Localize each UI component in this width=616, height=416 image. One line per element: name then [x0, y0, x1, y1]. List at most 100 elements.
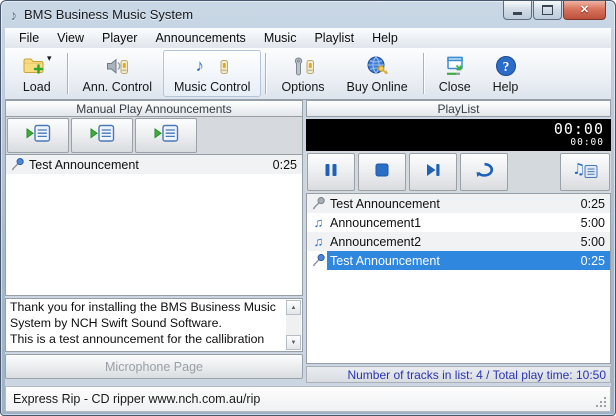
toolbar-close-button[interactable]: Close: [428, 50, 482, 97]
title-bar[interactable]: ♪ BMS Business Music System ✕: [1, 1, 615, 28]
speaker-fader-icon: [105, 54, 129, 79]
playlist-panel: PlayList 00:00 00:00 ♫ Test Announcement…: [306, 100, 611, 386]
track-duration: 0:25: [272, 157, 297, 172]
toolbar: ▾ Load Ann. Control ♪ Music Control Options Bu…: [5, 48, 611, 100]
playlist-row[interactable]: Test Announcement 0:25: [307, 251, 610, 270]
scroll-up-icon[interactable]: ▲: [286, 300, 301, 315]
repeat-button[interactable]: [460, 153, 508, 191]
playlist-row[interactable]: ♫ Announcement1 5:00: [307, 213, 610, 232]
toolbar-help-button[interactable]: ? Help: [482, 50, 530, 97]
toolbar-options-button[interactable]: Options: [270, 50, 335, 97]
note-fader-icon: ♪: [195, 54, 229, 79]
toolbar-separator: [265, 53, 267, 94]
play-announcement-button-1[interactable]: [7, 118, 69, 153]
menu-bar: File View Player Announcements Music Playlist…: [5, 28, 611, 49]
status-bar: Express Rip - CD ripper www.nch.com.au/r…: [5, 386, 611, 412]
next-icon: [424, 162, 442, 183]
announcement-info-text: Thank you for installing the BMS Busines…: [10, 300, 276, 346]
microphone-blue-icon: [310, 253, 327, 268]
scroll-down-icon[interactable]: ▼: [286, 335, 301, 350]
music-list-button[interactable]: ♫: [560, 153, 610, 191]
playlist-row[interactable]: Test Announcement 0:25: [307, 194, 610, 213]
track-name: Announcement2: [330, 234, 422, 249]
maximize-button[interactable]: [533, 1, 562, 20]
help-icon: ?: [494, 54, 518, 79]
toolbar-button-label: Load: [22, 79, 51, 94]
toolbar-button-label: Options: [281, 79, 325, 94]
app-music-note-icon: ♪: [8, 5, 19, 24]
pause-icon: [322, 162, 340, 183]
track-duration: 5:00: [580, 234, 605, 249]
transport-controls: ♫: [306, 151, 611, 193]
stop-button[interactable]: [358, 153, 406, 191]
close-window-icon: [443, 54, 467, 79]
tools-fader-icon: [291, 54, 315, 79]
microphone-gray-icon: [310, 196, 327, 211]
track-name: Test Announcement: [330, 196, 440, 211]
announcement-list[interactable]: Test Announcement 0:25: [5, 154, 303, 296]
menu-music[interactable]: Music: [255, 29, 306, 47]
play-announcement-button-3[interactable]: [135, 118, 197, 153]
toolbar-ann-control-button[interactable]: Ann. Control: [72, 50, 163, 97]
menu-player[interactable]: Player: [93, 29, 146, 47]
playlist-track-list[interactable]: Test Announcement 0:25 ♫ Announcement1 5:00 ♫…: [306, 193, 611, 364]
track-name: Announcement1: [330, 215, 422, 230]
manual-play-buttons: [5, 117, 303, 154]
music-list-icon: ♫: [572, 159, 599, 185]
track-name: Test Announcement: [29, 157, 139, 172]
toolbar-button-label: Music Control: [174, 79, 251, 94]
window-title: BMS Business Music System: [24, 7, 194, 22]
track-name: Test Announcement: [330, 253, 440, 268]
dropdown-caret-icon: ▾: [47, 52, 52, 63]
playlist-row[interactable]: ♫ Announcement2 5:00: [307, 232, 610, 251]
svg-text:?: ?: [502, 59, 509, 74]
status-text: Express Rip - CD ripper www.nch.com.au/r…: [13, 392, 261, 406]
window-controls: ✕: [503, 1, 606, 20]
info-scrollbar[interactable]: ▲ ▼: [286, 300, 301, 350]
music-note-icon: ♫: [313, 214, 324, 230]
track-duration: 0:25: [580, 196, 605, 211]
menu-view[interactable]: View: [48, 29, 93, 47]
toolbar-button-label: Buy Online: [346, 79, 408, 94]
resize-grip[interactable]: [596, 397, 607, 408]
folder-add-icon: ▾: [22, 52, 52, 79]
stop-icon: [373, 162, 391, 183]
menu-file[interactable]: File: [10, 29, 48, 47]
toolbar-button-label: Close: [438, 79, 471, 94]
repeat-icon: [473, 161, 496, 184]
microphone-blue-icon: [9, 157, 26, 172]
toolbar-buy-online-button[interactable]: Buy Online: [336, 50, 419, 97]
menu-playlist[interactable]: Playlist: [305, 29, 363, 47]
track-duration: 0:25: [580, 253, 605, 268]
track-duration: 5:00: [580, 215, 605, 230]
close-icon: ✕: [579, 3, 590, 16]
pause-button[interactable]: [307, 153, 355, 191]
play-announcement-button-2[interactable]: [71, 118, 133, 153]
minimize-icon: [513, 12, 522, 15]
music-note-icon: ♫: [313, 233, 324, 249]
svg-text:♫: ♫: [572, 160, 585, 178]
toolbar-button-label: Help: [492, 79, 519, 94]
play-list-icon: [25, 123, 52, 149]
toolbar-separator: [66, 53, 68, 94]
toolbar-separator: [422, 53, 424, 94]
main-area: Manual Play Announcements Test Announcem…: [5, 100, 611, 386]
toolbar-music-control-button[interactable]: ♪ Music Control: [163, 50, 262, 97]
globe-key-icon: [365, 54, 389, 79]
microphone-page-button[interactable]: Microphone Page: [5, 354, 303, 379]
close-window-button[interactable]: ✕: [563, 1, 606, 20]
maximize-icon: [542, 5, 553, 15]
lcd-display: 00:00 00:00: [306, 119, 611, 151]
toolbar-button-label: Ann. Control: [82, 79, 153, 94]
announcement-row[interactable]: Test Announcement 0:25: [6, 155, 302, 174]
minimize-button[interactable]: [503, 1, 532, 20]
lcd-elapsed-time: 00:00: [553, 120, 604, 138]
menu-announcements[interactable]: Announcements: [146, 29, 254, 47]
toolbar-load-button[interactable]: ▾ Load: [11, 50, 63, 97]
playlist-summary: Number of tracks in list: 4 / Total play…: [306, 366, 611, 383]
play-list-icon: [89, 123, 116, 149]
app-window: ♪ BMS Business Music System ✕ File View Pl…: [0, 0, 616, 416]
menu-help[interactable]: Help: [363, 29, 407, 47]
lcd-remaining-time: 00:00: [570, 137, 604, 148]
next-button[interactable]: [409, 153, 457, 191]
